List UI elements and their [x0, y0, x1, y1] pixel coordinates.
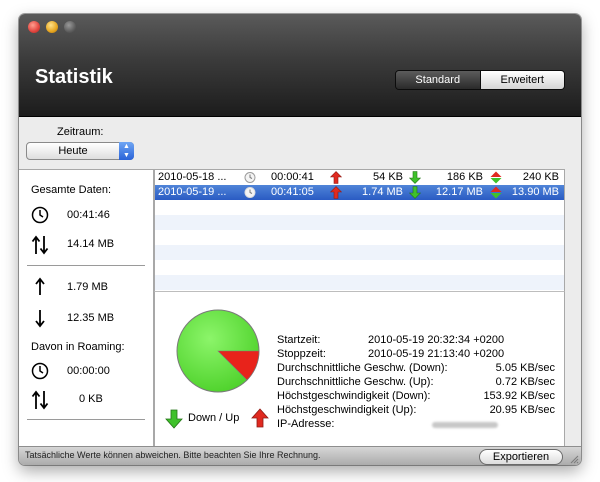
session-total: 240 KB: [522, 171, 559, 183]
disclaimer-text: Tatsächliche Werte können abweichen. Bit…: [25, 450, 321, 460]
close-window-button[interactable]: [28, 21, 40, 33]
period-select-value: Heute: [58, 145, 88, 157]
empty-row: [155, 275, 564, 290]
roaming-duration: 00:00:00: [67, 365, 110, 377]
total-data-header: Gesamte Daten:: [31, 184, 112, 196]
down-up-pie-chart: [176, 309, 260, 393]
upload-arrow-icon: [330, 186, 342, 199]
up-down-arrows-icon: [31, 390, 49, 410]
max-up-label: Höchstgeschwindigkeit (Up):: [277, 404, 417, 416]
roaming-volume: 0 KB: [79, 393, 103, 405]
avg-down-label: Durchschnittliche Geschw. (Down):: [277, 362, 448, 374]
period-select[interactable]: Heute ▲ ▼: [26, 142, 134, 160]
avg-down-value: 5.05 KB/sec: [495, 362, 555, 374]
session-duration: 00:41:05: [271, 186, 314, 198]
download-arrow-icon: [35, 310, 45, 328]
stop-time-label: Stoppzeit:: [277, 348, 326, 360]
clock-icon: [31, 362, 49, 380]
ip-address-redacted: [432, 422, 498, 428]
view-toggle: Standard Erweitert: [395, 70, 565, 90]
status-bar: Tatsächliche Werte können abweichen. Bit…: [19, 446, 581, 465]
start-time-label: Startzeit:: [277, 334, 321, 346]
avg-up-label: Durchschnittliche Geschw. (Up):: [277, 376, 434, 388]
stop-time-value: 2010-05-19 21:13:40 +0200: [368, 348, 505, 360]
advanced-view-button[interactable]: Erweitert: [480, 71, 564, 89]
session-download: 186 KB: [446, 171, 483, 183]
total-duration: 00:41:46: [67, 209, 110, 221]
divider: [27, 419, 145, 420]
title-bar: Statistik Standard Erweitert: [19, 14, 581, 117]
clock-icon: [31, 206, 49, 224]
up-down-arrows-icon: ▲ ▼: [119, 142, 134, 160]
session-upload: 1.74 MB: [362, 186, 403, 198]
clock-icon: [244, 172, 256, 183]
upload-arrow-icon: [35, 277, 45, 295]
download-arrow-icon: [409, 186, 421, 199]
zoom-window-button[interactable]: [64, 21, 76, 33]
export-button[interactable]: Exportieren: [479, 449, 563, 465]
divider: [27, 265, 145, 266]
session-upload: 54 KB: [373, 171, 403, 183]
avg-up-value: 0.72 KB/sec: [495, 376, 555, 388]
session-download: 12.17 MB: [435, 186, 483, 198]
download-arrow-icon: [409, 171, 421, 184]
session-date: 2010-05-18 ...: [158, 171, 227, 183]
ip-address-label: IP-Adresse:: [277, 418, 335, 430]
sessions-table: 2010-05-18 ... 00:00:41 54 KB 186 KB 240…: [154, 169, 565, 293]
max-down-label: Höchstgeschwindigkeit (Down):: [277, 390, 431, 402]
standard-view-button[interactable]: Standard: [396, 71, 481, 89]
session-duration: 00:00:41: [271, 171, 314, 183]
download-arrow-icon: [165, 409, 183, 429]
up-down-arrows-icon: [31, 235, 49, 255]
empty-row: [155, 215, 564, 230]
session-date: 2010-05-19 ...: [158, 186, 227, 198]
statistics-window: Statistik Standard Erweitert Zeitraum: H…: [19, 14, 581, 465]
max-down-value: 153.92 KB/sec: [483, 390, 555, 402]
empty-row: [155, 245, 564, 260]
max-up-value: 20.95 KB/sec: [489, 404, 555, 416]
period-label: Zeitraum:: [57, 126, 104, 138]
legend-label: Down / Up: [188, 412, 240, 424]
start-time-value: 2010-05-19 20:32:34 +0200: [368, 334, 505, 346]
upload-volume: 1.79 MB: [67, 281, 108, 293]
upload-arrow-icon: [330, 171, 342, 184]
session-total: 13.90 MB: [511, 186, 559, 198]
clock-icon: [244, 187, 256, 198]
table-row[interactable]: 2010-05-18 ... 00:00:41 54 KB 186 KB 240…: [155, 170, 564, 185]
total-volume: 14.14 MB: [67, 238, 115, 250]
session-details-panel: Down / Up Startzeit: 2010-05-19 20:32:34…: [154, 291, 565, 448]
upload-arrow-icon: [251, 408, 269, 428]
table-row[interactable]: 2010-05-19 ... 00:41:05 1.74 MB 12.17 MB…: [155, 185, 564, 200]
resize-grip-icon[interactable]: [569, 454, 579, 464]
window-title: Statistik: [35, 66, 113, 88]
download-volume: 12.35 MB: [67, 312, 115, 324]
summary-panel: Gesamte Daten: 00:41:46 14.14 MB 1.79 MB…: [19, 169, 154, 447]
roaming-header: Davon in Roaming:: [31, 341, 125, 353]
minimize-window-button[interactable]: [46, 21, 58, 33]
